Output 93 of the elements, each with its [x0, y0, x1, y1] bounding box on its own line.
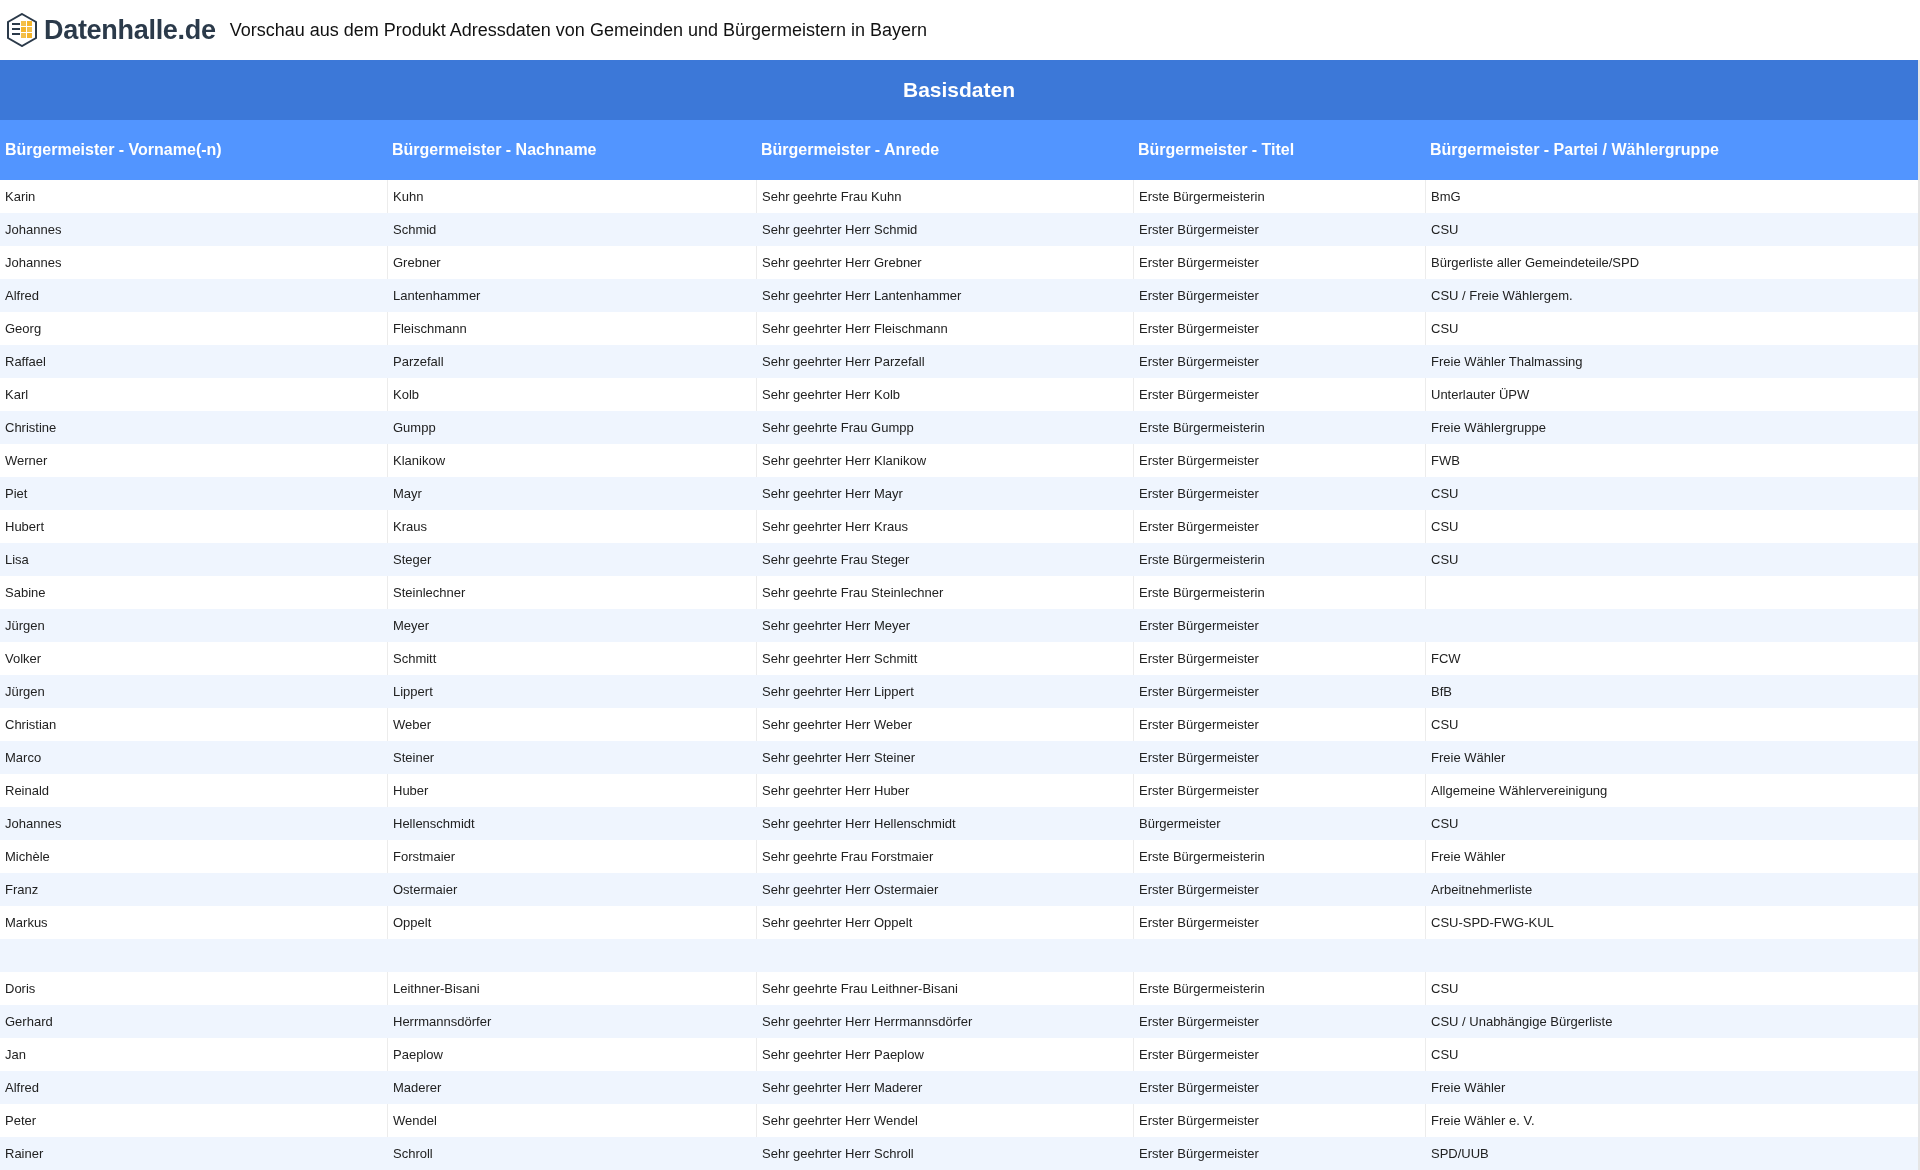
table-cell-text: Jürgen	[4, 617, 46, 635]
table-cell-text: Erste Bürgermeisterin	[1138, 419, 1266, 437]
table-cell-text: Sehr geehrter Herr Lippert	[761, 683, 915, 701]
table-cell-text: Arbeitnehmerliste	[1430, 881, 1534, 899]
table-cell-text: Erster Bürgermeister	[1138, 485, 1260, 503]
table-cell-text: CSU	[1430, 221, 1460, 239]
table-cell-text: Parzefall	[392, 353, 445, 371]
table-cell-text: Sehr geehrter Herr Maderer	[761, 1079, 924, 1097]
table-cell-text: Sehr geehrter Herr Mayr	[761, 485, 904, 503]
table-cell-text: Erster Bürgermeister	[1138, 617, 1260, 635]
table-cell-text: Marco	[4, 749, 43, 767]
table-cell-text: SPD/UUB	[1430, 1145, 1490, 1163]
table-cell-text: Sehr geehrter Herr Schroll	[761, 1145, 915, 1163]
table-cell-text: Raffael	[4, 353, 47, 371]
table-cell-text: Schmid	[392, 221, 438, 239]
table-cell-text: Sehr geehrter Herr Herrmannsdörfer	[761, 1013, 974, 1031]
table-cell-text: Herrmannsdörfer	[392, 1013, 493, 1031]
table-cell-text: Freie Wählergruppe	[1430, 419, 1547, 437]
table-cell-text: Ostermaier	[392, 881, 459, 899]
table-cell-text: Werner	[4, 452, 49, 470]
table-cell-text: Freie Wähler	[1430, 749, 1507, 767]
table-cell-text: Erster Bürgermeister	[1138, 1013, 1260, 1031]
table-cell-text: BfB	[1430, 683, 1453, 701]
table-cell-text: Sehr geehrter Herr Lantenhammer	[761, 287, 963, 305]
table-cell-text: Sehr geehrter Herr Hellenschmidt	[761, 815, 957, 833]
table-cell-text: Peter	[4, 1112, 38, 1130]
table-cell-text: Erster Bürgermeister	[1138, 353, 1260, 371]
table-cell-text: Jürgen	[4, 683, 46, 701]
table-cell-text: Sehr geehrter Herr Schmid	[761, 221, 919, 239]
table-cell-text: Markus	[4, 914, 49, 932]
table-cell-text: CSU	[1430, 815, 1460, 833]
column-header: Bürgermeister - Titel	[1137, 140, 1296, 160]
table-cell-text: Erster Bürgermeister	[1138, 749, 1260, 767]
table-cell-text: Steiner	[392, 749, 436, 767]
table-cell-text: Gerhard	[4, 1013, 54, 1031]
logo-text[interactable]: Datenhalle.de	[44, 14, 216, 46]
table-cell-text: Volker	[4, 650, 43, 668]
page-title: Vorschau aus dem Produkt Adressdaten von Gemeinden und Bürgermeistern in Bayern	[229, 19, 928, 41]
table-cell-text: Sehr geehrte Frau Steger	[761, 551, 911, 569]
table-cell-text: Lantenhammer	[392, 287, 482, 305]
table-cell-text: CSU	[1430, 551, 1460, 569]
table-cell-text: Sehr geehrter Herr Parzefall	[761, 353, 926, 371]
column-header: Bürgermeister - Anrede	[760, 140, 941, 160]
table-cell-text: Steger	[392, 551, 433, 569]
table-cell-text: Erster Bürgermeister	[1138, 221, 1260, 239]
column-header: Bürgermeister - Vorname(-n)	[4, 140, 223, 160]
table-cell-text: Piet	[4, 485, 29, 503]
table-cell-text: Sehr geehrter Herr Meyer	[761, 617, 912, 635]
table-cell-text: CSU	[1430, 485, 1460, 503]
table-cell-text: Christian	[4, 716, 58, 734]
table-cell-text: Lippert	[392, 683, 434, 701]
table-cell-text: Meyer	[392, 617, 431, 635]
table-cell-text: Erster Bürgermeister	[1138, 683, 1260, 701]
table-cell-text: Hubert	[4, 518, 46, 536]
table-cell-text: Johannes	[4, 254, 63, 272]
logo-icon	[6, 13, 38, 47]
table-cell-text: Sehr geehrter Herr Steiner	[761, 749, 917, 767]
table-cell-text: Christine	[4, 419, 58, 437]
table-cell-text: Jan	[4, 1046, 27, 1064]
table-cell-text: Erste Bürgermeisterin	[1138, 551, 1266, 569]
table-cell-text: Rainer	[4, 1145, 45, 1163]
table-cell-text: Erster Bürgermeister	[1138, 1079, 1260, 1097]
table-cell-text: Georg	[4, 320, 43, 338]
table-cell-text: Erster Bürgermeister	[1138, 1145, 1260, 1163]
table-cell-text: Doris	[4, 980, 37, 998]
table-cell-text: Franz	[4, 881, 40, 899]
table-cell-text: Reinald	[4, 782, 51, 800]
table-cell-text: Karin	[4, 188, 37, 206]
table-cell-text: Alfred	[4, 287, 40, 305]
group-header: Basisdaten	[0, 60, 1918, 120]
table-cell-text: Sabine	[4, 584, 47, 602]
table-cell-text: Karl	[4, 386, 30, 404]
column-header: Bürgermeister - Nachname	[391, 140, 598, 160]
table-cell-text: Alfred	[4, 1079, 40, 1097]
table-cell-text: Bürgermeister	[1138, 815, 1222, 833]
table-cell-text: Lisa	[4, 551, 30, 569]
column-header: Bürgermeister - Partei / Wählergruppe	[1429, 140, 1720, 160]
table-cell-text: Sehr geehrter Herr Ostermaier	[761, 881, 940, 899]
table-cell-text: CSU / Freie Wählergem.	[1430, 287, 1574, 305]
table-cell-text: Erster Bürgermeister	[1138, 287, 1260, 305]
table-cell-text: Johannes	[4, 221, 63, 239]
table-cell-text: Freie Wähler	[1430, 1079, 1507, 1097]
table-cell-text: Erster Bürgermeister	[1138, 881, 1260, 899]
table-cell-text: Johannes	[4, 815, 63, 833]
table-cell-text: Michèle	[4, 848, 51, 866]
table-cell-text: Schroll	[392, 1145, 434, 1163]
table-cell-text: Sehr geehrte Frau Gumpp	[761, 419, 915, 437]
table-cell-text: CSU / Unabhängige Bürgerliste	[1430, 1013, 1614, 1031]
table-cell-text: Freie Wähler Thalmassing	[1430, 353, 1584, 371]
table-cell-text: Gumpp	[392, 419, 437, 437]
table-cell-text: Hellenschmidt	[392, 815, 476, 833]
table-cell-text: Maderer	[392, 1079, 443, 1097]
table-cell-text: Mayr	[392, 485, 423, 503]
